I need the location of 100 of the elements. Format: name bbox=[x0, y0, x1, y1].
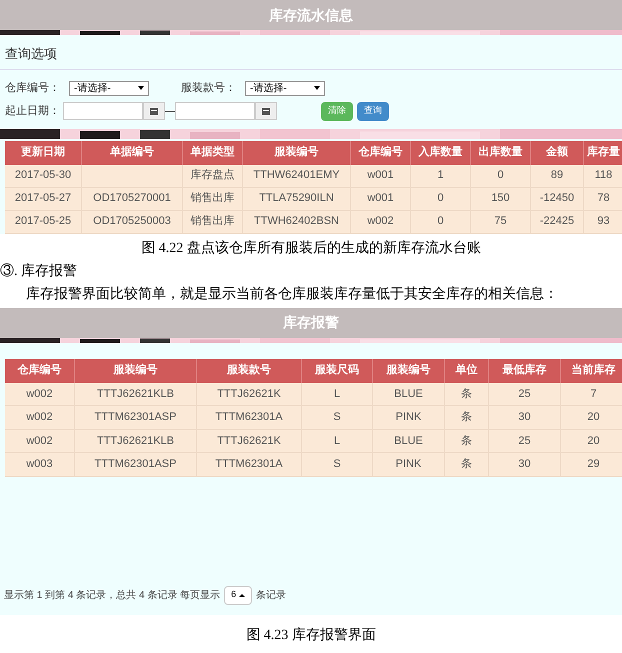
column-header: 仓库编号 bbox=[351, 140, 411, 164]
table-cell: TTTM62301ASP bbox=[75, 406, 197, 430]
dropdown-arrow-icon bbox=[314, 86, 320, 90]
table-cell: TTTJ62621KLB bbox=[75, 430, 197, 453]
page-size-dropdown[interactable]: 6 bbox=[224, 586, 252, 604]
table-cell: TTTM62301A bbox=[197, 406, 302, 430]
column-header: 入库数量 bbox=[411, 140, 471, 164]
table-cell: S bbox=[302, 453, 373, 476]
table-cell: w002 bbox=[5, 406, 75, 430]
table-cell: TTTJ62621K bbox=[197, 382, 302, 406]
table-cell: 2017-05-27 bbox=[5, 188, 82, 210]
range-separator: — bbox=[165, 104, 175, 118]
table-cell: 条 bbox=[445, 382, 489, 406]
table-cell: 库存盘点 bbox=[183, 164, 243, 188]
table-cell: BLUE bbox=[373, 382, 445, 406]
calendar-icon bbox=[262, 107, 270, 115]
table-cell: 20 bbox=[561, 406, 622, 430]
field-label: 服装款号： bbox=[181, 81, 237, 96]
table-cell: TTTM62301ASP bbox=[75, 453, 197, 476]
table-cell: w001 bbox=[351, 188, 411, 210]
table-cell: TTLA75290ILN bbox=[243, 188, 351, 210]
table-cell: 25 bbox=[489, 430, 561, 453]
calendar-button[interactable] bbox=[255, 102, 277, 120]
figure-caption: 图 4.23 库存报警界面 bbox=[245, 626, 377, 644]
table-cell: OD1705270001 bbox=[82, 188, 183, 210]
table-cell: 30 bbox=[489, 406, 561, 430]
column-header: 服装尺码 bbox=[302, 358, 373, 382]
caret-icon bbox=[239, 594, 246, 596]
table-cell: 1 bbox=[411, 164, 471, 188]
date-field[interactable] bbox=[175, 102, 255, 120]
table-cell: 89 bbox=[531, 164, 584, 188]
table-cell: 78 bbox=[584, 188, 622, 210]
column-header: 更新日期 bbox=[5, 140, 82, 164]
table-cell: 30 bbox=[489, 453, 561, 476]
table-cell: L bbox=[302, 430, 373, 453]
table-cell: w002 bbox=[5, 430, 75, 453]
dropdown[interactable]: -请选择- bbox=[69, 80, 149, 96]
table-cell: 150 bbox=[471, 188, 531, 210]
paragraph: 库存报警界面比较简单，就是显示当前各仓库服装库存量低于其安全库存的相关信息： bbox=[25, 285, 559, 304]
table-cell: 29 bbox=[561, 453, 622, 476]
column-header: 金额 bbox=[531, 140, 584, 164]
table-cell: w001 bbox=[351, 164, 411, 188]
table-cell: TTTJ62621KLB bbox=[75, 382, 197, 406]
table-cell: OD1705250003 bbox=[82, 210, 183, 234]
table-cell: 7 bbox=[561, 382, 622, 406]
table-cell: 118 bbox=[584, 164, 622, 188]
table-cell: 25 bbox=[489, 382, 561, 406]
pagination-suffix: 条记录 bbox=[256, 588, 286, 602]
field-label: 仓库编号： bbox=[5, 80, 61, 96]
window-title: 库存流水信息 bbox=[269, 6, 353, 24]
dropdown[interactable]: -请选择- bbox=[245, 80, 325, 96]
table-cell: L bbox=[302, 382, 373, 406]
table-cell: BLUE bbox=[373, 430, 445, 453]
table-cell: 销售出库 bbox=[183, 188, 243, 210]
table-cell: 0 bbox=[411, 210, 471, 234]
table-cell: 0 bbox=[411, 188, 471, 210]
table-cell: 销售出库 bbox=[183, 210, 243, 234]
table-cell: 0 bbox=[471, 164, 531, 188]
table-cell: 20 bbox=[561, 430, 622, 453]
table-cell: 条 bbox=[445, 406, 489, 430]
search-button[interactable]: 查询 bbox=[357, 102, 389, 120]
dropdown-arrow-icon bbox=[138, 86, 144, 90]
table-cell: S bbox=[302, 406, 373, 430]
figure-caption: 图 4.22 盘点该仓库所有服装后的生成的新库存流水台账 bbox=[140, 239, 482, 258]
table-cell: w002 bbox=[5, 382, 75, 406]
table-cell: 2017-05-30 bbox=[5, 164, 82, 188]
table-cell: 条 bbox=[445, 453, 489, 476]
table-cell: TTTJ62621K bbox=[197, 430, 302, 453]
table-cell: PINK bbox=[373, 406, 445, 430]
table-cell: TTWH62402BSN bbox=[243, 210, 351, 234]
table-cell: 条 bbox=[445, 430, 489, 453]
window-title: 库存报警 bbox=[283, 313, 339, 332]
column-header: 仓库编号 bbox=[5, 358, 75, 382]
calendar-icon bbox=[150, 107, 158, 115]
column-header: 服装款号 bbox=[197, 358, 302, 382]
column-header: 单据类型 bbox=[183, 140, 243, 164]
section-heading: ③. 库存报警 bbox=[0, 262, 78, 280]
table-cell: TTTM62301A bbox=[197, 453, 302, 476]
column-header: 出库数量 bbox=[471, 140, 531, 164]
table-cell: -22425 bbox=[531, 210, 584, 234]
table-cell: 2017-05-25 bbox=[5, 210, 82, 234]
date-field[interactable] bbox=[63, 102, 143, 120]
table-cell: TTHW62401EMY bbox=[243, 164, 351, 188]
column-header: 当前库存 bbox=[561, 358, 622, 382]
calendar-button[interactable] bbox=[143, 102, 165, 120]
column-header: 单位 bbox=[445, 358, 489, 382]
column-header: 服装编号 bbox=[75, 358, 197, 382]
column-header: 服装编号 bbox=[243, 140, 351, 164]
pagination-summary: 显示第 1 到第 4 条记录，总共 4 条记录 每页显示 bbox=[4, 588, 220, 602]
table-cell: 93 bbox=[584, 210, 622, 234]
table-cell: w003 bbox=[5, 453, 75, 476]
column-header: 服装编号 bbox=[373, 358, 445, 382]
table-cell: w002 bbox=[351, 210, 411, 234]
table-cell: -12450 bbox=[531, 188, 584, 210]
column-header: 单据编号 bbox=[82, 140, 183, 164]
table-cell: PINK bbox=[373, 453, 445, 476]
field-label: 起止日期： bbox=[5, 104, 61, 119]
panel-title: 查询选项 bbox=[5, 46, 57, 61]
table-cell: 75 bbox=[471, 210, 531, 234]
column-header: 库存量 bbox=[584, 140, 622, 164]
